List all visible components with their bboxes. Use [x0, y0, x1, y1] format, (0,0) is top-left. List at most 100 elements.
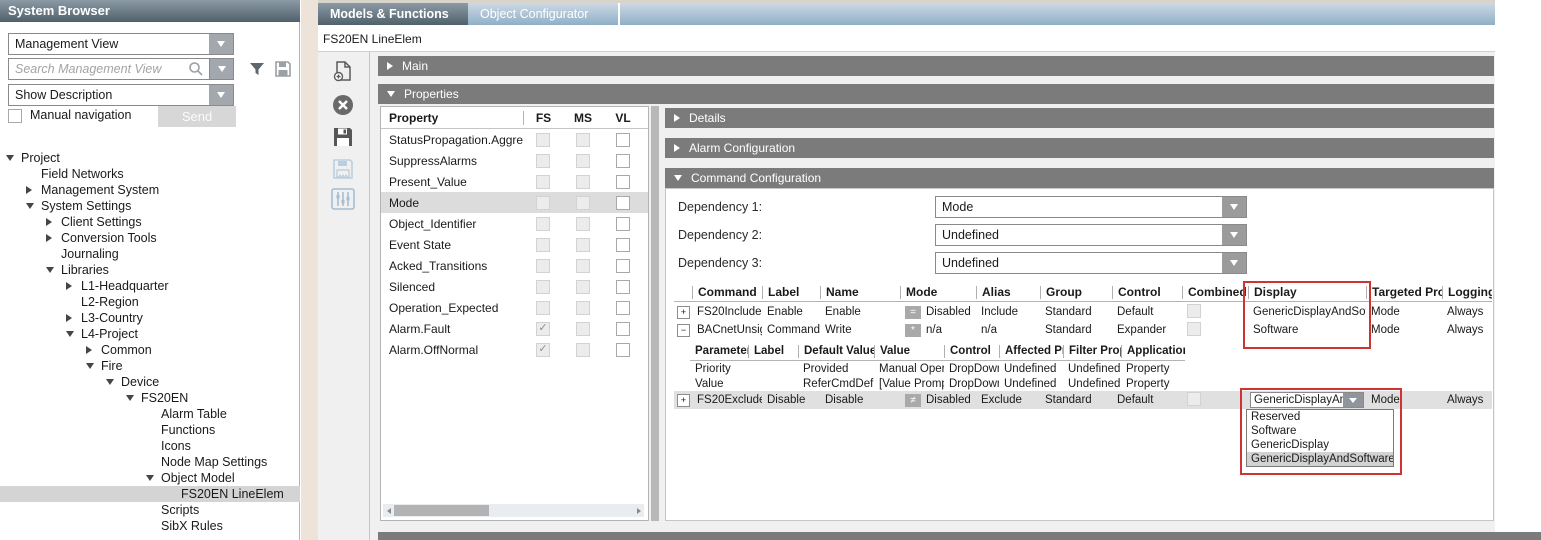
expand-icon[interactable]: [106, 374, 121, 390]
checkbox-vl[interactable]: [616, 154, 630, 168]
expand-icon[interactable]: [26, 198, 41, 214]
checkbox-vl[interactable]: [616, 343, 630, 357]
section-details[interactable]: Details: [665, 108, 1494, 128]
description-selector[interactable]: Show Description: [8, 84, 234, 106]
checkbox-ms[interactable]: [576, 196, 590, 210]
chevron-down-icon[interactable]: [1222, 225, 1246, 245]
checkbox-vl[interactable]: [616, 280, 630, 294]
tree-item[interactable]: Journaling: [0, 246, 300, 262]
checkbox-fs[interactable]: [536, 280, 550, 294]
checkbox-vl[interactable]: [616, 133, 630, 147]
checkbox-ms[interactable]: [576, 175, 590, 189]
section-alarm-configuration[interactable]: Alarm Configuration: [665, 138, 1494, 158]
expand-icon[interactable]: +: [677, 394, 690, 407]
dropdown-option[interactable]: GenericDisplay: [1247, 438, 1393, 452]
expand-icon[interactable]: [26, 182, 41, 198]
save-as-button[interactable]: [330, 156, 356, 182]
horizontal-scrollbar[interactable]: [383, 504, 644, 517]
parameter-row[interactable]: Value ReferCmdDef [Value Prompted DropDo…: [690, 376, 1185, 391]
search-input[interactable]: [8, 58, 210, 80]
tree-item[interactable]: Project: [0, 150, 300, 166]
property-row[interactable]: SuppressAlarms: [381, 150, 648, 171]
dependency-1-select[interactable]: Mode: [935, 196, 1247, 218]
expand-icon[interactable]: [126, 390, 141, 406]
send-button[interactable]: Send: [158, 106, 236, 127]
combined-checkbox[interactable]: [1187, 392, 1201, 406]
tree-item[interactable]: FS20EN: [0, 390, 300, 406]
tree-item[interactable]: Icons: [0, 438, 300, 454]
tree-item[interactable]: Device: [0, 374, 300, 390]
tree-item[interactable]: L2-Region: [0, 294, 300, 310]
parameter-row[interactable]: Priority Provided Manual Operator DropDo…: [690, 361, 1185, 376]
expand-icon[interactable]: [46, 230, 61, 246]
property-row[interactable]: Present_Value: [381, 171, 648, 192]
property-row[interactable]: Alarm.Fault: [381, 318, 648, 339]
expand-icon[interactable]: +: [677, 306, 690, 319]
checkbox-fs[interactable]: [536, 259, 550, 273]
dropdown-option-highlighted[interactable]: GenericDisplayAndSoftware: [1247, 452, 1393, 466]
checkbox-vl[interactable]: [616, 175, 630, 189]
manual-navigation-checkbox[interactable]: [8, 109, 22, 123]
expand-icon[interactable]: [66, 326, 81, 342]
filter-icon[interactable]: [248, 60, 266, 78]
checkbox-ms[interactable]: [576, 259, 590, 273]
tree-item[interactable]: Conversion Tools: [0, 230, 300, 246]
checkbox-ms[interactable]: [576, 280, 590, 294]
checkbox-ms[interactable]: [576, 133, 590, 147]
tab-models-functions[interactable]: Models & Functions: [318, 3, 468, 25]
dependency-3-select[interactable]: Undefined: [935, 252, 1247, 274]
checkbox-ms[interactable]: [576, 154, 590, 168]
command-row-selected[interactable]: + FS20Exclude Disable Disable ≠Disabled …: [674, 391, 1492, 409]
expand-icon[interactable]: [66, 310, 81, 326]
scroll-left-icon[interactable]: [383, 504, 394, 517]
expand-icon[interactable]: [46, 214, 61, 230]
checkbox-ms[interactable]: [576, 238, 590, 252]
section-main[interactable]: Main: [378, 56, 1494, 76]
tree-item[interactable]: Field Networks: [0, 166, 300, 182]
checkbox-ms[interactable]: [576, 301, 590, 315]
filter-settings-button[interactable]: [330, 186, 356, 212]
tree-item[interactable]: L3-Country: [0, 310, 300, 326]
tree-item[interactable]: Common: [0, 342, 300, 358]
display-combobox[interactable]: GenericDisplayAndSoftware: [1250, 392, 1364, 408]
checkbox-fs[interactable]: [536, 217, 550, 231]
property-row[interactable]: Operation_Expected: [381, 297, 648, 318]
cancel-button[interactable]: [330, 92, 356, 118]
search-dropdown-button[interactable]: [209, 58, 234, 80]
checkbox-vl[interactable]: [616, 301, 630, 315]
command-row[interactable]: − BACnetUnsigned Command Write *n/a n/a …: [674, 321, 1492, 339]
expand-icon[interactable]: [46, 262, 61, 278]
tree-item[interactable]: Fire: [0, 358, 300, 374]
checkbox-ms[interactable]: [576, 322, 590, 336]
expand-icon[interactable]: [86, 358, 101, 374]
view-selector[interactable]: Management View: [8, 33, 234, 55]
checkbox-ms[interactable]: [576, 217, 590, 231]
checkbox-fs[interactable]: [536, 175, 550, 189]
tree-item[interactable]: Alarm Table: [0, 406, 300, 422]
checkbox-ms[interactable]: [576, 343, 590, 357]
combined-checkbox[interactable]: [1187, 322, 1201, 336]
combined-checkbox[interactable]: [1187, 304, 1201, 318]
save-button[interactable]: [330, 124, 356, 150]
checkbox-fs[interactable]: [536, 238, 550, 252]
checkbox-fs[interactable]: [536, 133, 550, 147]
chevron-down-icon[interactable]: [1222, 253, 1246, 273]
new-document-button[interactable]: [330, 58, 356, 84]
tree-item[interactable]: Node Map Settings: [0, 454, 300, 470]
command-row[interactable]: + FS20Include Enable Enable =Disabled In…: [674, 303, 1492, 321]
checkbox-fs[interactable]: [536, 154, 550, 168]
expand-icon[interactable]: [86, 342, 101, 358]
dropdown-option[interactable]: Reserved: [1247, 410, 1393, 424]
checkbox-vl[interactable]: [616, 238, 630, 252]
tree-item[interactable]: Client Settings: [0, 214, 300, 230]
scrollbar-thumb[interactable]: [394, 505, 489, 516]
section-command-configuration[interactable]: Command Configuration: [665, 168, 1494, 188]
property-row[interactable]: Silenced: [381, 276, 648, 297]
tab-object-configurator[interactable]: Object Configurator: [468, 3, 618, 25]
property-row[interactable]: Event State: [381, 234, 648, 255]
expand-icon[interactable]: [6, 150, 21, 166]
tree-item[interactable]: Management System: [0, 182, 300, 198]
chevron-down-icon[interactable]: [209, 85, 233, 105]
property-row[interactable]: Alarm.OffNormal: [381, 339, 648, 360]
tree-item[interactable]: Object Model: [0, 470, 300, 486]
